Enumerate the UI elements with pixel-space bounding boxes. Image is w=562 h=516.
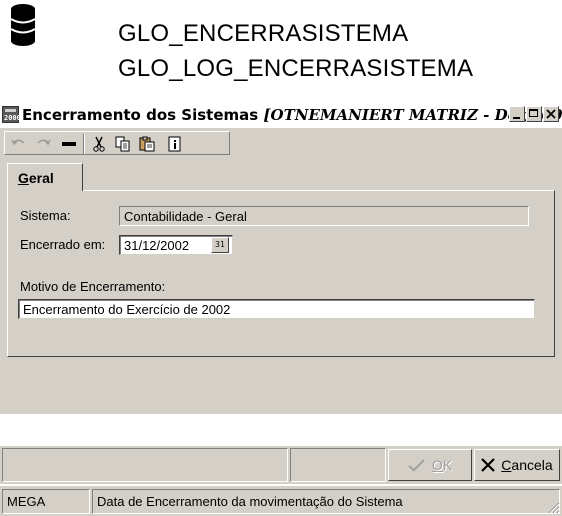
ok-button[interactable]: OK: [388, 449, 472, 481]
redo-icon[interactable]: [33, 135, 53, 153]
status-message: Data de Encerramento da movimentação do …: [92, 489, 560, 514]
minimize-icon[interactable]: [509, 106, 525, 122]
encerrado-label: Encerrado em:: [20, 237, 106, 252]
status-bar: MEGA Data de Encerramento da movimentaçã…: [0, 486, 562, 516]
cancel-button[interactable]: Cancela: [474, 449, 560, 481]
button-bar: OK Cancela: [0, 446, 562, 484]
title-bar[interactable]: 2000 Encerramento dos Sistemas [OTNEMANI…: [0, 102, 562, 128]
procedure-name-2: GLO_LOG_ENCERRASISTEMA: [118, 55, 474, 82]
window-title: Encerramento dos Sistemas [OTNEMANIERT M…: [22, 106, 562, 124]
app-icon[interactable]: 2000: [2, 106, 21, 123]
toolbar: [0, 129, 562, 159]
sistema-label: Sistema:: [20, 208, 71, 223]
database-icon: [10, 4, 36, 46]
close-icon[interactable]: [543, 106, 559, 122]
resize-grip-icon[interactable]: [548, 502, 560, 514]
calendar-icon[interactable]: 31: [211, 237, 229, 253]
tab-area: Sistema: Contabilidade - Geral Encerrado…: [0, 160, 562, 359]
procedure-name-1: GLO_ENCERRASISTEMA: [118, 20, 409, 47]
x-icon: [481, 458, 496, 472]
undo-icon[interactable]: [9, 135, 29, 153]
status-app-name: MEGA: [2, 489, 90, 514]
maximize-icon[interactable]: [526, 106, 542, 122]
motivo-input[interactable]: Encerramento do Exercício de 2002: [18, 299, 535, 319]
delete-icon[interactable]: [59, 135, 79, 153]
tab-panel-geral: Sistema: Contabilidade - Geral Encerrado…: [7, 190, 555, 357]
paste-icon[interactable]: [137, 135, 157, 153]
button-bar-spacer-2: [290, 448, 386, 482]
toolbar-group: [4, 131, 230, 155]
button-bar-spacer-1: [2, 448, 288, 482]
cut-icon[interactable]: [89, 135, 109, 153]
checkmark-icon: [408, 459, 425, 472]
dialog-window: 2000 Encerramento dos Sistemas [OTNEMANI…: [0, 101, 562, 516]
motivo-label: Motivo de Encerramento:: [20, 279, 166, 294]
sistema-field: Contabilidade - Geral: [119, 206, 529, 226]
info-icon[interactable]: [165, 135, 185, 153]
tab-geral-label: eral: [28, 170, 54, 186]
tab-geral-accel: G: [18, 170, 29, 186]
tab-geral[interactable]: Geral: [7, 163, 83, 191]
window-title-main: Encerramento dos Sistemas: [22, 106, 259, 124]
copy-icon[interactable]: [113, 135, 133, 153]
encerrado-date-value: 31/12/2002: [124, 238, 190, 253]
